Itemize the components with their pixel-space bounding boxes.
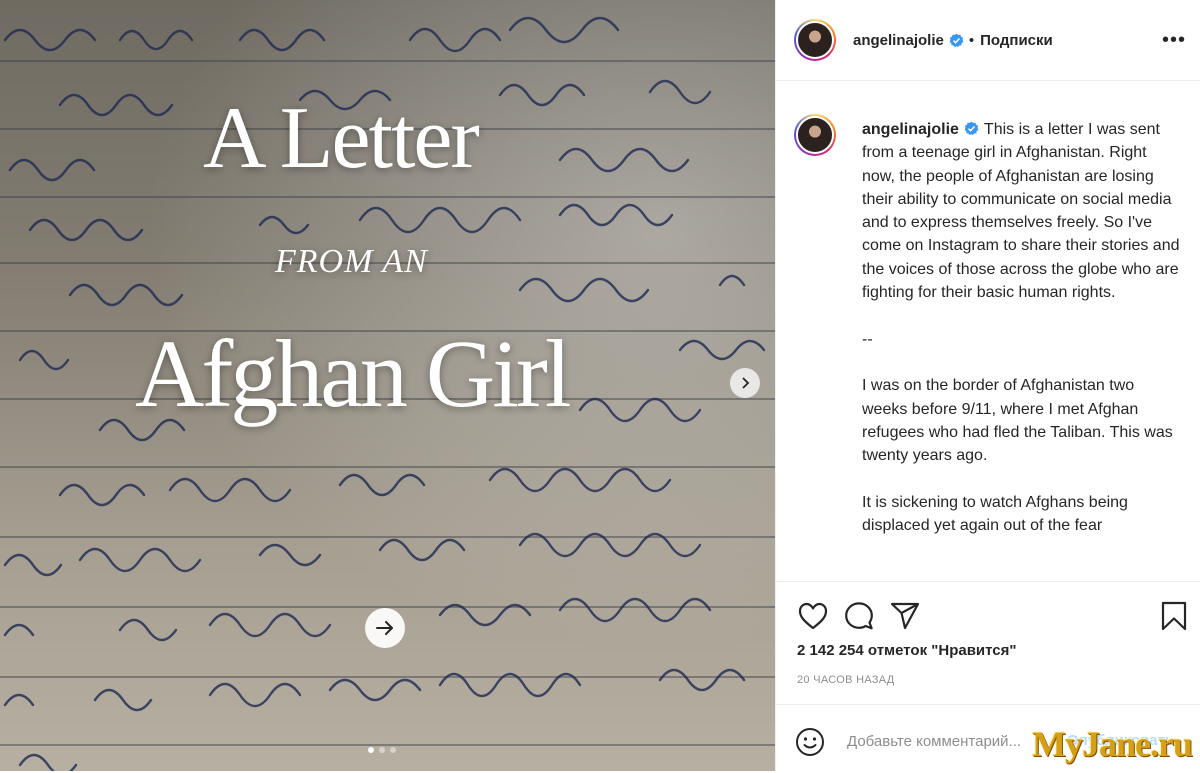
verified-badge-icon [964, 121, 979, 136]
bookmark-icon [1161, 601, 1187, 631]
save-button[interactable] [1158, 600, 1190, 632]
post-title-line-3: Afghan Girl [135, 320, 572, 427]
comment-bubble-icon [845, 602, 873, 630]
post-title-line-2: FROM AN [275, 243, 428, 280]
arrow-button[interactable] [365, 608, 405, 648]
likes-count[interactable]: 2 142 254 отметок "Нравится" [797, 642, 1017, 659]
caption-paragraph: I was on the border of Afghanistan two w… [862, 377, 1173, 465]
caption-text: angelinajolie This is a letter I was sen… [862, 118, 1180, 561]
carousel-dot [390, 747, 396, 753]
caption-paragraph-text: This is a letter I was sent from a teena… [862, 121, 1180, 302]
comment-button[interactable] [843, 600, 875, 632]
verified-badge-icon [949, 33, 964, 47]
emoji-button[interactable] [793, 725, 827, 759]
avatar[interactable] [794, 19, 836, 61]
avatar[interactable] [794, 114, 836, 156]
avatar-image [796, 116, 834, 154]
paper-plane-icon [890, 602, 920, 630]
carousel-dot [379, 747, 385, 753]
carousel-indicator [368, 747, 396, 753]
post-title-line-1: A Letter [203, 90, 480, 187]
caption-paragraph: -- [862, 330, 873, 348]
carousel-dot [368, 747, 374, 753]
more-options-button[interactable]: ••• [1162, 30, 1186, 50]
username-link[interactable]: angelinajolie [853, 32, 944, 49]
avatar-image [796, 21, 834, 59]
like-button[interactable] [797, 600, 829, 632]
caption-username[interactable]: angelinajolie [862, 121, 959, 138]
post-timestamp[interactable]: 20 ЧАСОВ НАЗАД [797, 674, 895, 686]
action-icons [797, 600, 921, 632]
carousel-next-button[interactable] [730, 368, 760, 398]
heart-icon [798, 602, 828, 630]
following-button[interactable]: Подписки [980, 32, 1053, 49]
smiley-icon [796, 728, 824, 756]
caption-paragraph: angelinajolie This is a letter I was sen… [862, 118, 1180, 304]
watermark-logo: MyJane.ru [1032, 724, 1193, 764]
post-caption: angelinajolie This is a letter I was sen… [794, 112, 1186, 580]
header-separator: • [968, 31, 975, 49]
caption-paragraph: It is sickening to watch Afghans being d… [862, 493, 1128, 535]
post-photo[interactable]: A Letter FROM AN Afghan Girl [0, 0, 775, 771]
post-header: angelinajolie • Подписки ••• [776, 0, 1200, 81]
chevron-right-icon [742, 377, 750, 389]
share-button[interactable] [889, 600, 921, 632]
arrow-right-icon [376, 621, 393, 635]
